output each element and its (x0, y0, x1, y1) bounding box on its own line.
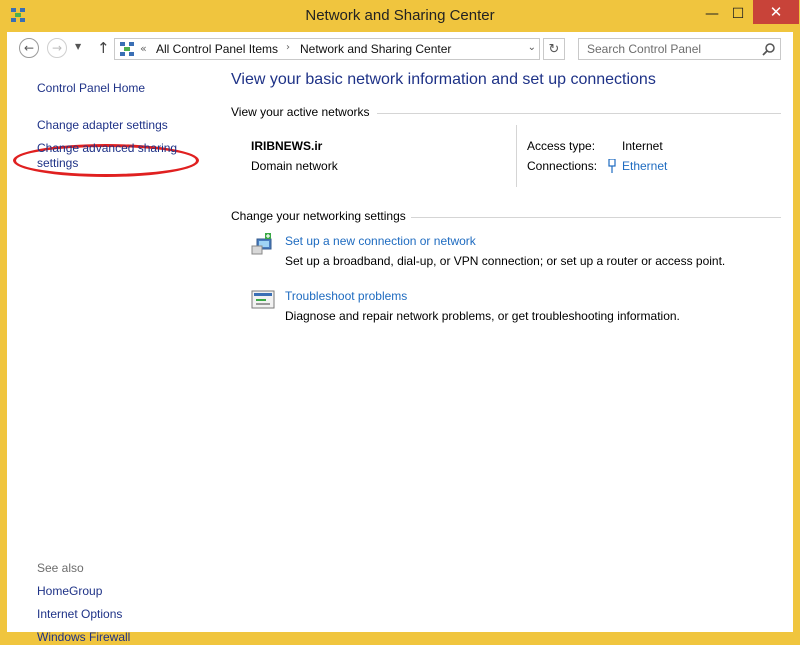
homegroup-link[interactable]: HomeGroup (37, 584, 102, 599)
change-settings-heading: Change your networking settings (231, 209, 406, 223)
network-type: Domain network (251, 159, 338, 173)
troubleshoot-problems-link[interactable]: Troubleshoot problems (285, 289, 407, 303)
network-name: IRIBNEWS.ir (251, 139, 323, 153)
window: Network and Sharing Center — ☐ ✕ ← → ▼ ↑… (0, 0, 800, 644)
ethernet-link[interactable]: Ethernet (622, 159, 667, 173)
connections-label: Connections: (527, 159, 598, 173)
breadcrumb-separator[interactable]: › (286, 42, 290, 53)
access-type-label: Access type: (527, 139, 596, 153)
set-up-new-connection-description: Set up a broadband, dial-up, or VPN conn… (285, 254, 726, 268)
search-input[interactable] (579, 39, 767, 59)
change-adapter-settings-link[interactable]: Change adapter settings (37, 118, 168, 133)
access-type-value: Internet (622, 139, 663, 153)
vertical-divider (516, 125, 517, 187)
advanced-sharing-line-2: settings (37, 156, 79, 170)
sidebar: Control Panel Home Change adapter settin… (7, 65, 212, 644)
troubleshoot-icon (251, 290, 275, 309)
advanced-sharing-line-1: Change advanced sharing (37, 141, 178, 155)
search-icon[interactable] (762, 42, 776, 56)
search-box[interactable] (578, 38, 781, 60)
active-networks-heading: View your active networks (231, 105, 370, 119)
address-bar[interactable]: « All Control Panel Items › Network and … (114, 38, 540, 60)
refresh-icon[interactable]: ↻ (543, 38, 565, 60)
section-divider (411, 217, 781, 218)
breadcrumb-network-and-sharing-center[interactable]: Network and Sharing Center (300, 42, 451, 56)
client-area: ← → ▼ ↑ « All Control Panel Items › Netw… (7, 32, 793, 644)
back-arrow-icon[interactable]: ← (19, 38, 39, 58)
windows-firewall-link[interactable]: Windows Firewall (37, 630, 130, 645)
see-also-heading: See also (37, 561, 84, 575)
breadcrumb-all-control-panel-items[interactable]: All Control Panel Items (156, 42, 278, 56)
up-arrow-icon[interactable]: ↑ (97, 39, 110, 57)
change-advanced-sharing-link[interactable]: Change advanced sharing settings (37, 141, 177, 171)
navigation-bar: ← → ▼ ↑ « All Control Panel Items › Netw… (7, 32, 793, 65)
page-title: View your basic network information and … (231, 71, 656, 88)
new-connection-icon (251, 233, 272, 255)
troubleshoot-problems-description: Diagnose and repair network problems, or… (285, 309, 680, 323)
close-button[interactable]: ✕ (753, 0, 799, 24)
network-center-icon (120, 42, 134, 56)
chevron-down-icon[interactable]: ▼ (75, 42, 81, 51)
section-divider (377, 113, 781, 114)
chevron-down-icon[interactable]: ⌄ (528, 42, 536, 53)
window-title: Network and Sharing Center (305, 7, 495, 24)
internet-options-link[interactable]: Internet Options (37, 607, 122, 622)
forward-arrow-icon[interactable]: → (47, 38, 67, 58)
title-bar[interactable]: Network and Sharing Center — ☐ ✕ (0, 0, 800, 32)
control-panel-home-link[interactable]: Control Panel Home (37, 81, 145, 96)
set-up-new-connection-link[interactable]: Set up a new connection or network (285, 234, 476, 248)
ethernet-icon (608, 159, 616, 173)
maximize-button[interactable]: ☐ (723, 0, 753, 28)
breadcrumb-overflow[interactable]: « (140, 42, 147, 55)
main-content: View your basic network information and … (212, 65, 793, 632)
